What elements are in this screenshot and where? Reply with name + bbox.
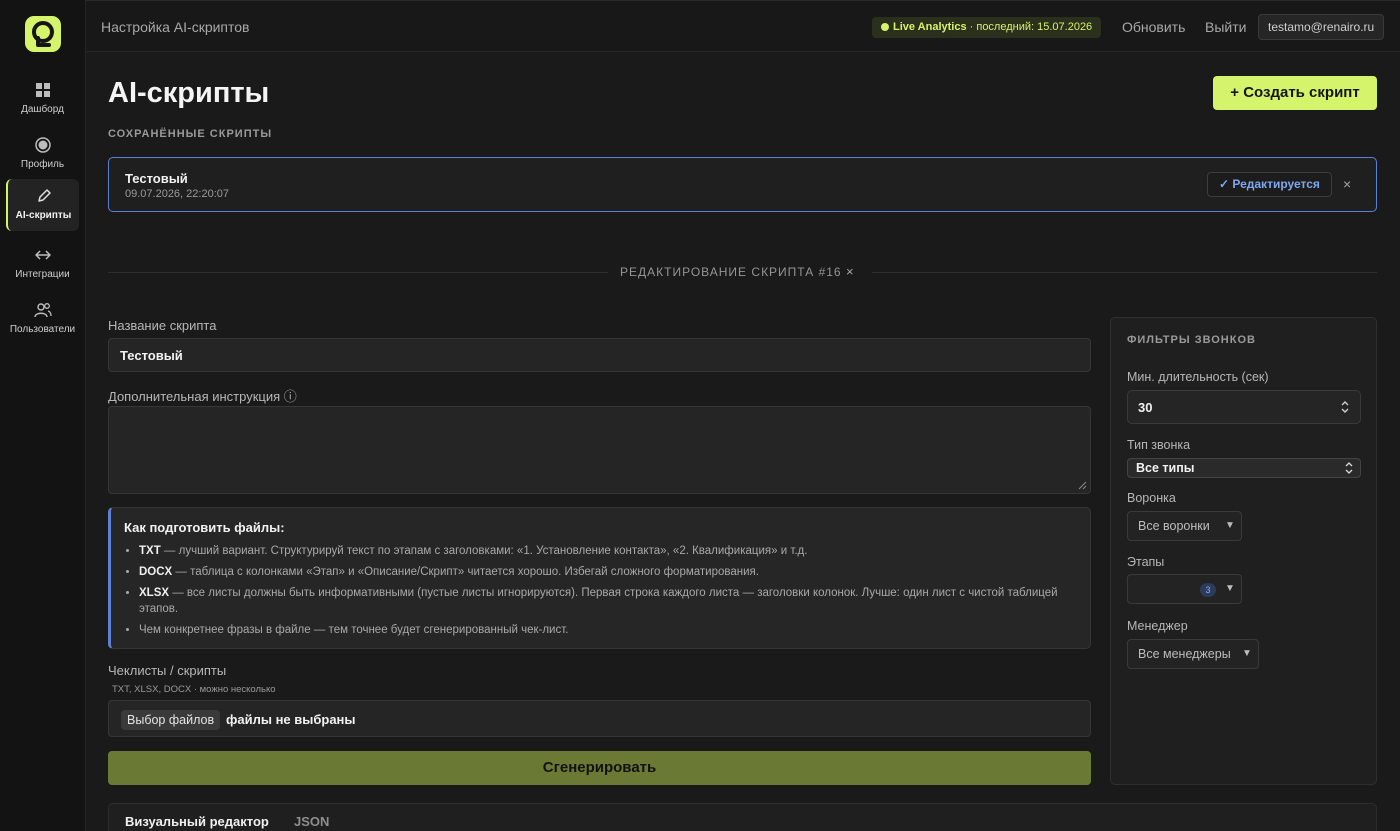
- divider-line-left: [108, 272, 608, 273]
- format-name: TXT: [139, 545, 161, 557]
- logo-icon: [32, 21, 54, 47]
- script-name-label: Название скрипта: [108, 318, 217, 333]
- file-guidelines-box: Как подготовить файлы: TXT — лучший вари…: [108, 507, 1091, 649]
- sidebar-item-label: AI-скрипты: [15, 210, 72, 221]
- format-description: — таблица с колонками «Этап» и «Описание…: [172, 566, 759, 578]
- stepper-icon[interactable]: [1340, 400, 1350, 414]
- close-editor-icon[interactable]: ×: [846, 264, 854, 279]
- call-filters-panel: ФИЛЬТРЫ ЗВОНКОВ Мин. длительность (сек) …: [1110, 317, 1377, 785]
- logout-link[interactable]: Выйти: [1205, 19, 1246, 35]
- tab-json[interactable]: JSON: [294, 814, 329, 829]
- min-duration-value: 30: [1138, 400, 1153, 415]
- topbar-title: Настройка AI-скриптов: [101, 19, 250, 35]
- instruction-label: Дополнительная инструкция ⓘ: [108, 389, 297, 404]
- guidelines-list: TXT — лучший вариант. Структурируй текст…: [139, 543, 1069, 643]
- select-arrows-icon: [1345, 462, 1353, 474]
- manager-value: Все менеджеры: [1138, 647, 1231, 661]
- call-type-select[interactable]: Все типы: [1127, 458, 1361, 478]
- choose-files-button[interactable]: Выбор файлов: [121, 710, 221, 730]
- list-item: Чем конкретнее фразы в файле — тем точне…: [139, 622, 1069, 638]
- list-item: DOCX — таблица с колонками «Этап» и «Опи…: [139, 564, 1069, 580]
- manager-label: Менеджер: [1127, 619, 1188, 633]
- files-hint: TXT, XLSX, DOCX · можно несколько: [112, 684, 276, 695]
- file-status: файлы не выбраны: [226, 712, 356, 727]
- saved-scripts-caption: СОХРАНЁННЫЕ СКРИПТЫ: [108, 128, 273, 140]
- chevron-down-icon: ▼: [1242, 648, 1252, 659]
- funnel-label: Воронка: [1127, 491, 1176, 505]
- saved-script-card[interactable]: Тестовый 09.07.2026, 22:20:07 ✓ Редактир…: [108, 157, 1377, 212]
- format-description: — все листы должны быть информативными (…: [139, 587, 1058, 615]
- live-analytics-status: · последний: 15.07.2026: [969, 21, 1093, 33]
- live-analytics-badge: Live Analytics · последний: 15.07.2026: [872, 17, 1102, 38]
- call-type-value: Все типы: [1136, 461, 1195, 475]
- page-title: AI-скрипты: [108, 77, 270, 109]
- topbar: Настройка AI-скриптов Live Analytics · п…: [86, 0, 1400, 52]
- call-type-label: Тип звонка: [1127, 438, 1191, 452]
- delete-script-icon[interactable]: ×: [1343, 176, 1351, 192]
- live-analytics-name: Live Analytics: [893, 21, 967, 33]
- min-duration-input[interactable]: 30: [1127, 390, 1361, 424]
- stages-dropdown[interactable]: 3 ▼: [1127, 574, 1242, 604]
- chevron-down-icon: ▼: [1225, 520, 1235, 531]
- sidebar: Дашборд Профиль AI-скрипты Интеграции По…: [0, 0, 86, 831]
- manager-dropdown[interactable]: Все менеджеры ▼: [1127, 639, 1259, 669]
- profile-icon: [6, 133, 79, 155]
- sidebar-item-integrations[interactable]: Интеграции: [6, 238, 79, 290]
- chevron-down-icon: ▼: [1225, 583, 1235, 594]
- user-email-button[interactable]: testamo@renairo.ru: [1258, 14, 1385, 40]
- create-script-button[interactable]: + Создать скрипт: [1213, 76, 1377, 110]
- tab-visual-editor[interactable]: Визуальный редактор: [125, 814, 269, 829]
- guidelines-title: Как подготовить файлы:: [124, 520, 285, 535]
- sidebar-item-profile[interactable]: Профиль: [6, 128, 79, 180]
- divider-line-right: [872, 272, 1377, 273]
- app-logo[interactable]: [25, 16, 61, 52]
- instruction-textarea[interactable]: [108, 406, 1091, 494]
- pencil-icon: [8, 184, 79, 206]
- format-name: XLSX: [139, 587, 170, 599]
- list-item: TXT — лучший вариант. Структурируй текст…: [139, 543, 1069, 559]
- editor-tabs: Визуальный редактор JSON: [108, 803, 1377, 831]
- live-status-dot-icon: [881, 23, 889, 31]
- dashboard-icon: [6, 78, 79, 100]
- min-duration-label: Мин. длительность (сек): [1127, 370, 1269, 384]
- script-name-input[interactable]: Тестовый: [108, 338, 1091, 372]
- list-item: XLSX — все листы должны быть информативн…: [139, 585, 1069, 617]
- script-date: 09.07.2026, 22:20:07: [125, 188, 229, 200]
- filters-caption: ФИЛЬТРЫ ЗВОНКОВ: [1127, 334, 1256, 346]
- users-icon: [6, 298, 79, 320]
- stages-count-badge: 3: [1200, 583, 1216, 597]
- editing-status-badge: ✓ Редактируется: [1207, 172, 1332, 197]
- file-input[interactable]: Выбор файлов файлы не выбраны: [108, 700, 1091, 737]
- sidebar-item-label: Пользователи: [9, 324, 76, 335]
- sidebar-item-users[interactable]: Пользователи: [6, 293, 79, 345]
- sidebar-item-label: Дашборд: [21, 104, 64, 115]
- editor-heading: РЕДАКТИРОВАНИЕ СКРИПТА #16: [620, 265, 842, 279]
- sidebar-item-dashboard[interactable]: Дашборд: [6, 73, 79, 125]
- sidebar-item-label: Интеграции: [15, 269, 70, 280]
- format-name: DOCX: [139, 566, 173, 578]
- refresh-link[interactable]: Обновить: [1122, 19, 1185, 35]
- funnel-dropdown[interactable]: Все воронки ▼: [1127, 511, 1242, 541]
- resize-grip-icon[interactable]: [1078, 481, 1087, 490]
- format-description: — лучший вариант. Структурируй текст по …: [160, 545, 808, 557]
- stages-label: Этапы: [1127, 555, 1165, 569]
- sidebar-item-label: Профиль: [20, 159, 65, 170]
- generate-button[interactable]: Сгенерировать: [108, 751, 1091, 785]
- funnel-value: Все воронки: [1138, 519, 1210, 533]
- files-label: Чеклисты / скрипты: [108, 663, 227, 678]
- script-name: Тестовый: [125, 171, 188, 186]
- format-description: Чем конкретнее фразы в файле — тем точне…: [139, 624, 569, 636]
- sidebar-item-ai-scripts[interactable]: AI-скрипты: [6, 179, 79, 231]
- arrows-icon: [6, 243, 79, 265]
